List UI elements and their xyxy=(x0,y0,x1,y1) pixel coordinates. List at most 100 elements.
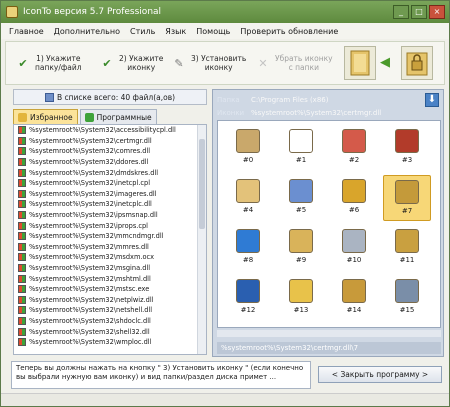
lock-folder-icon[interactable] xyxy=(401,46,433,80)
resource-icon xyxy=(236,179,260,203)
windows-file-icon xyxy=(18,179,26,188)
icon-index-label: #3 xyxy=(401,156,413,164)
step3-button[interactable]: ✎ 3) Установить иконку xyxy=(172,48,246,78)
resource-icon xyxy=(395,279,419,303)
icon-cell[interactable]: #11 xyxy=(383,225,431,271)
file-list-item[interactable]: %systemroot%\System32\shell32.dll xyxy=(14,326,206,337)
step1-button[interactable]: ✔ 1) Укажите папку/файл xyxy=(16,48,82,78)
file-list-item[interactable]: %systemroot%\System32\ipsmsnap.dll xyxy=(14,210,206,221)
horizontal-scrollbar[interactable] xyxy=(217,330,441,337)
file-list-item[interactable]: %systemroot%\System32\certmgr.dll xyxy=(14,136,206,147)
icon-cell[interactable]: #14 xyxy=(330,275,378,321)
windows-file-icon xyxy=(18,126,26,135)
file-list-item[interactable]: %systemroot%\System32\mmres.dll xyxy=(14,242,206,253)
icons-row: Иконки %systemroot%\System32\certmgr.dll xyxy=(217,107,381,118)
menu-check-update[interactable]: Проверить обновление xyxy=(240,27,338,36)
icon-grid: #0 #1 #2 #3 #4 #5 #6 #7 #8 #9 #10 #11 #12 #13 #14 #15 xyxy=(217,120,441,328)
step4-button[interactable]: ✕ Убрать иконку с папки xyxy=(256,48,333,78)
file-list-item[interactable]: %systemroot%\System32\wmploc.dll xyxy=(14,337,206,348)
icon-cell[interactable]: #4 xyxy=(224,175,272,221)
file-list-item[interactable]: %systemroot%\System32\inetcpl.cpl xyxy=(14,178,206,189)
icon-cell[interactable]: #6 xyxy=(330,175,378,221)
icon-index-label: #9 xyxy=(295,256,307,264)
file-path: %systemroot%\System32\msgina.dll xyxy=(29,264,151,273)
icon-index-label: #12 xyxy=(240,306,256,314)
file-path: %systemroot%\System32\shell32.dll xyxy=(29,327,150,336)
icons-value: %systemroot%\System32\certmgr.dll xyxy=(251,108,382,117)
menu-main[interactable]: Главное xyxy=(9,27,44,36)
icon-cell[interactable]: #8 xyxy=(224,225,272,271)
download-button[interactable]: ⬇ xyxy=(425,93,439,107)
file-list-item[interactable]: %systemroot%\System32\accessibilitycpl.d… xyxy=(14,125,206,136)
file-list-item[interactable]: %systemroot%\System32\dmdskres.dll xyxy=(14,167,206,178)
file-list-item[interactable]: %systemroot%\System32\mmcndmgr.dll xyxy=(14,231,206,242)
step4-label: Убрать иконку с папки xyxy=(275,54,333,72)
icon-index-label: #7 xyxy=(401,207,413,215)
close-button[interactable]: × xyxy=(429,5,445,19)
tab-favorites[interactable]: Избранное xyxy=(13,109,78,124)
step1-label: 1) Укажите папку/файл xyxy=(35,54,82,72)
icon-cell[interactable]: #7 xyxy=(383,175,431,221)
list-icon xyxy=(44,92,54,102)
app-icon xyxy=(6,6,18,18)
selected-icon-path: %systemroot%\System32\certmgr.dll\7 xyxy=(217,342,441,354)
arrow-left-icon: ◀ xyxy=(380,55,390,70)
file-list[interactable]: %systemroot%\System32\accessibilitycpl.d… xyxy=(13,124,207,355)
icon-cell[interactable]: #0 xyxy=(224,125,272,171)
maximize-button[interactable]: □ xyxy=(411,5,427,19)
file-path: %systemroot%\System32\mstsc.exe xyxy=(29,285,150,294)
icon-cell[interactable]: #15 xyxy=(383,275,431,321)
resource-icon xyxy=(342,129,366,153)
icon-cell[interactable]: #3 xyxy=(383,125,431,171)
icon-cell[interactable]: #9 xyxy=(277,225,325,271)
windows-file-icon xyxy=(18,242,26,251)
folder-key: Папка xyxy=(217,95,240,104)
vertical-scrollbar[interactable] xyxy=(197,125,206,354)
file-list-item[interactable]: %systemroot%\System32\imageres.dll xyxy=(14,189,206,200)
icon-cell[interactable]: #1 xyxy=(277,125,325,171)
list-tabs: Избранное Программные xyxy=(13,109,159,124)
resource-icon xyxy=(289,229,313,253)
tab-programs[interactable]: Программные xyxy=(79,109,157,124)
file-list-item[interactable]: %systemroot%\System32\mstsc.exe xyxy=(14,284,206,295)
icon-cell[interactable]: #2 xyxy=(330,125,378,171)
minimize-button[interactable]: _ xyxy=(393,5,409,19)
file-list-item[interactable]: %systemroot%\System32\netshell.dll xyxy=(14,305,206,316)
folder-preview-icon[interactable] xyxy=(344,46,376,80)
resource-icon xyxy=(289,129,313,153)
icon-cell[interactable]: #10 xyxy=(330,225,378,271)
menu-language[interactable]: Язык xyxy=(165,27,186,36)
file-path: %systemroot%\System32\mmres.dll xyxy=(29,242,149,251)
menu-help[interactable]: Помощь xyxy=(196,27,230,36)
icon-cell[interactable]: #13 xyxy=(277,275,325,321)
icon-index-label: #5 xyxy=(295,206,307,214)
file-list-item[interactable]: %systemroot%\System32\inetcplc.dll xyxy=(14,199,206,210)
icon-cell[interactable]: #5 xyxy=(277,175,325,221)
resource-icon xyxy=(236,279,260,303)
icon-index-label: #11 xyxy=(399,256,415,264)
menu-additional[interactable]: Дополнительно xyxy=(54,27,120,36)
file-list-item[interactable]: %systemroot%\System32\shdoclc.dll xyxy=(14,316,206,327)
icon-index-label: #4 xyxy=(242,206,254,214)
resource-icon xyxy=(289,179,313,203)
icon-cell[interactable]: #12 xyxy=(224,275,272,321)
file-list-item[interactable]: %systemroot%\System32\iprops.cpl xyxy=(14,220,206,231)
file-list-item[interactable]: %systemroot%\System32\msgina.dll xyxy=(14,263,206,274)
windows-file-icon xyxy=(18,295,26,304)
scroll-thumb[interactable] xyxy=(199,139,205,229)
icon-index-label: #0 xyxy=(242,156,254,164)
file-list-item[interactable]: %systemroot%\System32\netplwiz.dll xyxy=(14,295,206,306)
file-list-item[interactable]: %systemroot%\System32\ddores.dll xyxy=(14,157,206,168)
menu-style[interactable]: Стиль xyxy=(130,27,155,36)
file-list-item[interactable]: %systemroot%\System32\msdxm.ocx xyxy=(14,252,206,263)
file-list-item[interactable]: %systemroot%\System32\mshtml.dll xyxy=(14,273,206,284)
icon-index-label: #10 xyxy=(346,256,362,264)
windows-file-icon xyxy=(18,306,26,315)
step3-label: 3) Установить иконку xyxy=(191,54,247,72)
close-program-button[interactable]: < Закрыть программу > xyxy=(318,366,442,383)
windows-file-icon xyxy=(18,189,26,198)
step2-button[interactable]: ✔ 2) Укажите иконку xyxy=(100,48,163,78)
resource-icon xyxy=(236,229,260,253)
windows-file-icon xyxy=(18,221,26,230)
file-list-item[interactable]: %systemroot%\System32\comres.dll xyxy=(14,146,206,157)
